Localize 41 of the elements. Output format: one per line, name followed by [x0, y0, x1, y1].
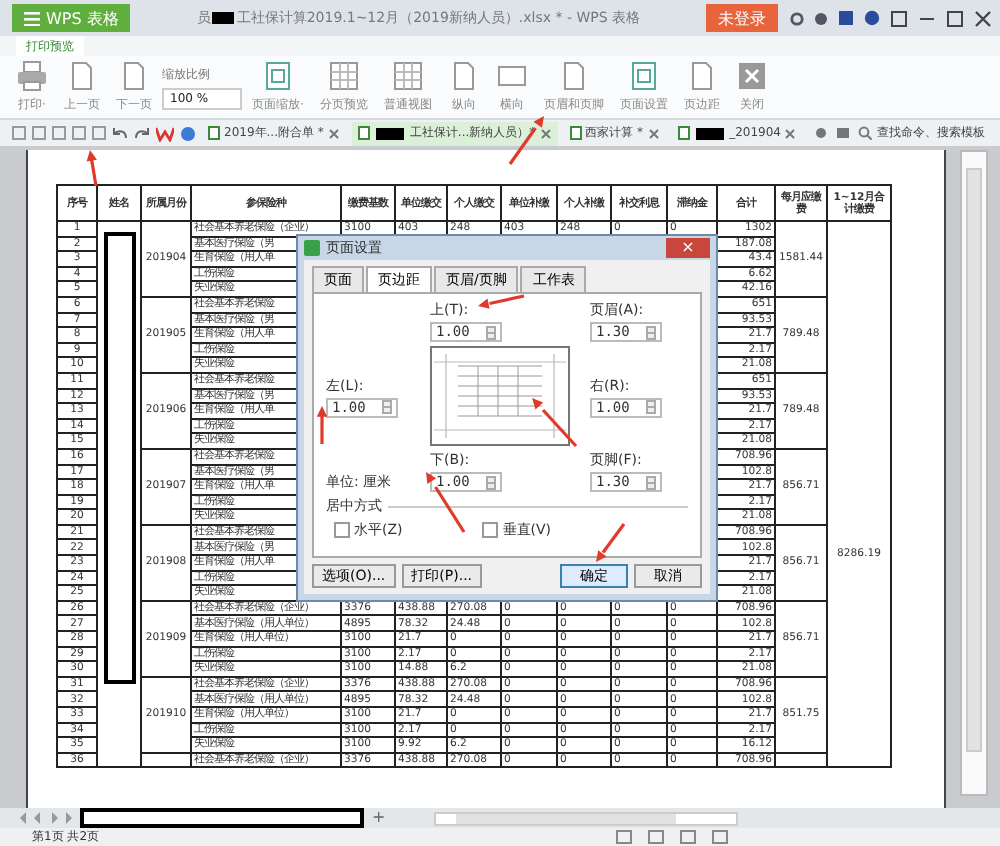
maximize-icon[interactable]	[946, 9, 964, 27]
redo-icon[interactable]	[134, 126, 150, 140]
annotation-arrow	[508, 116, 544, 165]
annotation-arrow	[426, 472, 466, 533]
add-sheet-button[interactable]: +	[372, 810, 386, 826]
page-layout-drawing	[430, 346, 570, 446]
annotation-arrow	[86, 150, 98, 187]
checkbox[interactable]	[482, 522, 499, 538]
restore-icon[interactable]	[890, 9, 908, 27]
sheet-file-icon	[357, 126, 370, 140]
sheet-file-icon	[677, 126, 690, 140]
search-icon	[858, 126, 873, 140]
annotation-arrow	[596, 523, 626, 562]
sheet-file-icon	[208, 126, 220, 140]
spinner-icon	[646, 400, 656, 414]
close-icon[interactable]	[784, 127, 797, 139]
redaction-bar	[212, 12, 235, 24]
close-button[interactable]: ×	[666, 238, 710, 258]
sheet-navigation-icon[interactable]	[20, 812, 72, 824]
annotation-arrow	[532, 398, 578, 448]
app-icon	[304, 240, 320, 256]
sheet-file-icon	[569, 126, 582, 140]
spinner-icon	[486, 475, 496, 489]
vertical-scrollbar[interactable]	[960, 150, 988, 796]
wps-logo-icon[interactable]	[156, 125, 174, 141]
annotation-arrow	[316, 406, 328, 444]
checkbox[interactable]	[334, 522, 350, 538]
close-icon[interactable]	[327, 127, 340, 139]
undo-icon[interactable]	[112, 126, 128, 140]
annotation-arrow	[478, 294, 525, 309]
horizontal-scrollbar[interactable]	[433, 811, 738, 825]
close-icon[interactable]	[647, 127, 660, 139]
close-icon[interactable]	[539, 127, 552, 139]
globe-icon[interactable]	[180, 125, 196, 141]
spinner-icon	[646, 475, 656, 489]
spinner-icon	[486, 325, 496, 339]
spinner-icon	[382, 400, 392, 414]
close-icon[interactable]	[974, 9, 992, 27]
redaction-bar[interactable]	[80, 808, 364, 828]
spinner-icon	[646, 325, 656, 339]
menu-icon	[24, 11, 40, 25]
